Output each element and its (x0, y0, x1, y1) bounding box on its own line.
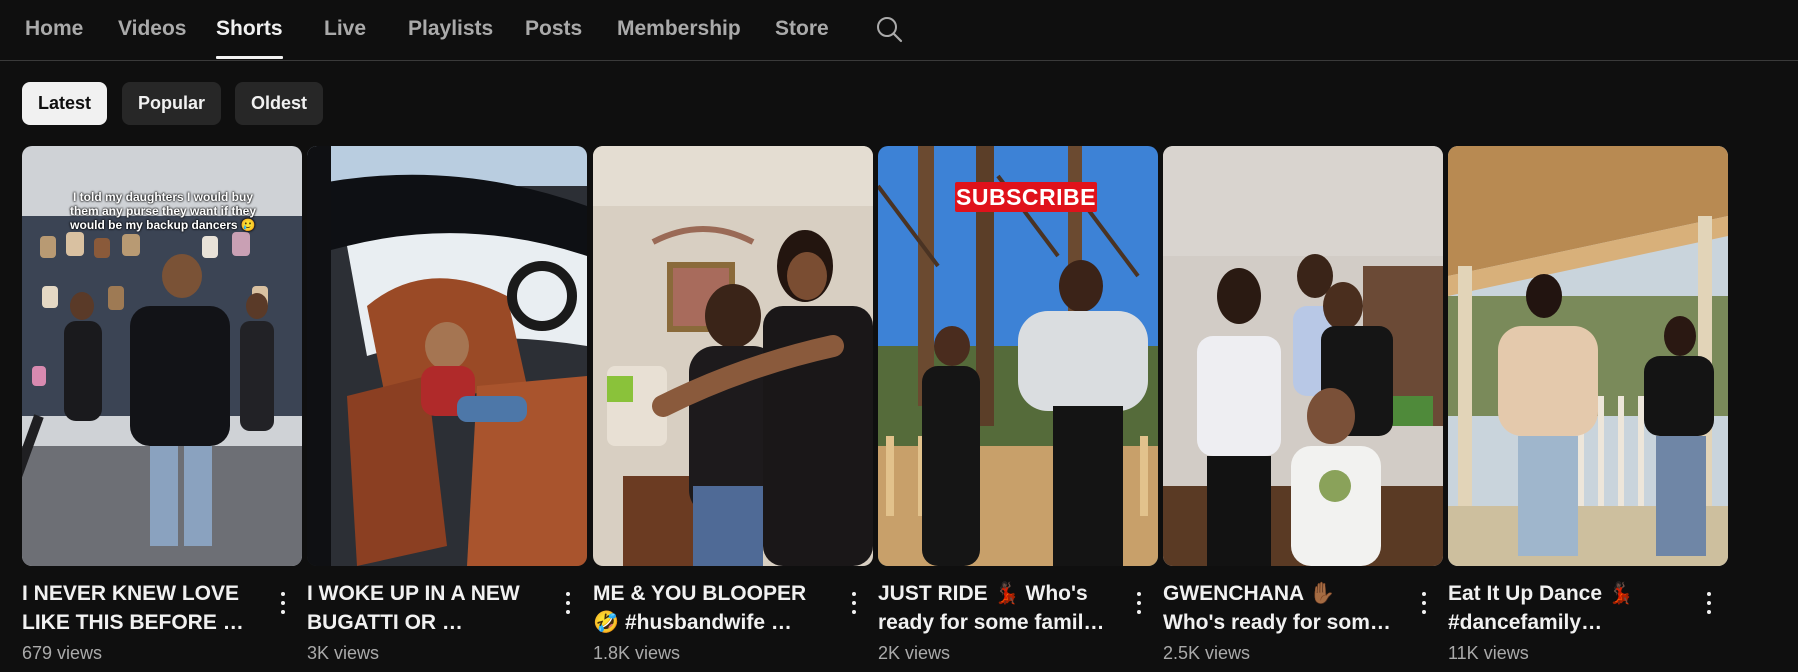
short-views: 679 views (22, 643, 103, 663)
tab-videos[interactable]: Videos (118, 0, 186, 60)
filter-chip-oldest[interactable]: Oldest (235, 82, 324, 125)
short-views: 3K views (307, 643, 380, 663)
short-title[interactable]: I NEVER KNEW LOVE LIKE THIS BEFORE 🗣️🔥 (22, 579, 258, 637)
filter-chip-latest[interactable]: Latest (22, 82, 108, 125)
short-card: SUBSCRIBE JUST RIDE 💃🏿 Who's ready for s… (878, 146, 1158, 672)
filter-chip-popular[interactable]: Popular (122, 82, 222, 125)
short-views: 1.8K views (593, 643, 681, 663)
tab-membership[interactable]: Membership (617, 0, 741, 60)
tab-home[interactable]: Home (25, 0, 83, 60)
short-views: 2.5K views (1163, 643, 1251, 663)
tab-live[interactable]: Live (324, 0, 366, 60)
short-thumbnail[interactable]: SUBSCRIBE (878, 146, 1158, 566)
short-card: I WOKE UP IN A NEW BUGATTI OR … 3K views (307, 146, 587, 672)
short-title[interactable]: I WOKE UP IN A NEW BUGATTI OR … (307, 579, 543, 637)
more-options-icon[interactable] (843, 586, 865, 622)
short-thumbnail[interactable] (593, 146, 873, 566)
subscribe-overlay: SUBSCRIBE (955, 182, 1097, 212)
short-card: GWENCHANA ✋🏾 Who's ready for some summ… … (1163, 146, 1443, 672)
channel-tab-bar: Home Videos Shorts Live Playlists Posts … (0, 0, 1798, 61)
more-options-icon[interactable] (1413, 586, 1435, 622)
short-thumbnail[interactable] (1163, 146, 1443, 566)
short-caption-overlay: I told my daughters I would buy them any… (69, 190, 257, 232)
short-title[interactable]: GWENCHANA ✋🏾 Who's ready for some summ… (1163, 579, 1399, 637)
tab-store[interactable]: Store (775, 0, 829, 60)
short-thumbnail[interactable]: I told my daughters I would buy them any… (22, 146, 302, 566)
short-card: ME & YOU BLOOPER 🤣 #husbandwife … 1.8K v… (593, 146, 873, 672)
short-card: I told my daughters I would buy them any… (22, 146, 302, 672)
short-thumbnail[interactable] (307, 146, 587, 566)
short-views: 2K views (878, 643, 951, 663)
more-options-icon[interactable] (1698, 586, 1720, 622)
short-title[interactable]: JUST RIDE 💃🏿 Who's ready for some family… (878, 579, 1114, 637)
more-options-icon[interactable] (1128, 586, 1150, 622)
tab-playlists[interactable]: Playlists (408, 0, 493, 60)
more-options-icon[interactable] (557, 586, 579, 622)
tab-shorts[interactable]: Shorts (216, 0, 283, 60)
search-icon[interactable] (874, 14, 904, 44)
short-views: 11K views (1448, 643, 1529, 663)
tab-posts[interactable]: Posts (525, 0, 582, 60)
short-thumbnail[interactable] (1448, 146, 1728, 566)
more-options-icon[interactable] (272, 586, 294, 622)
short-title[interactable]: ME & YOU BLOOPER 🤣 #husbandwife … (593, 579, 829, 637)
short-card: Eat It Up Dance 💃🏿 #dancefamily #sibling… (1448, 146, 1728, 672)
short-title[interactable]: Eat It Up Dance 💃🏿 #dancefamily #sibling… (1448, 579, 1684, 637)
